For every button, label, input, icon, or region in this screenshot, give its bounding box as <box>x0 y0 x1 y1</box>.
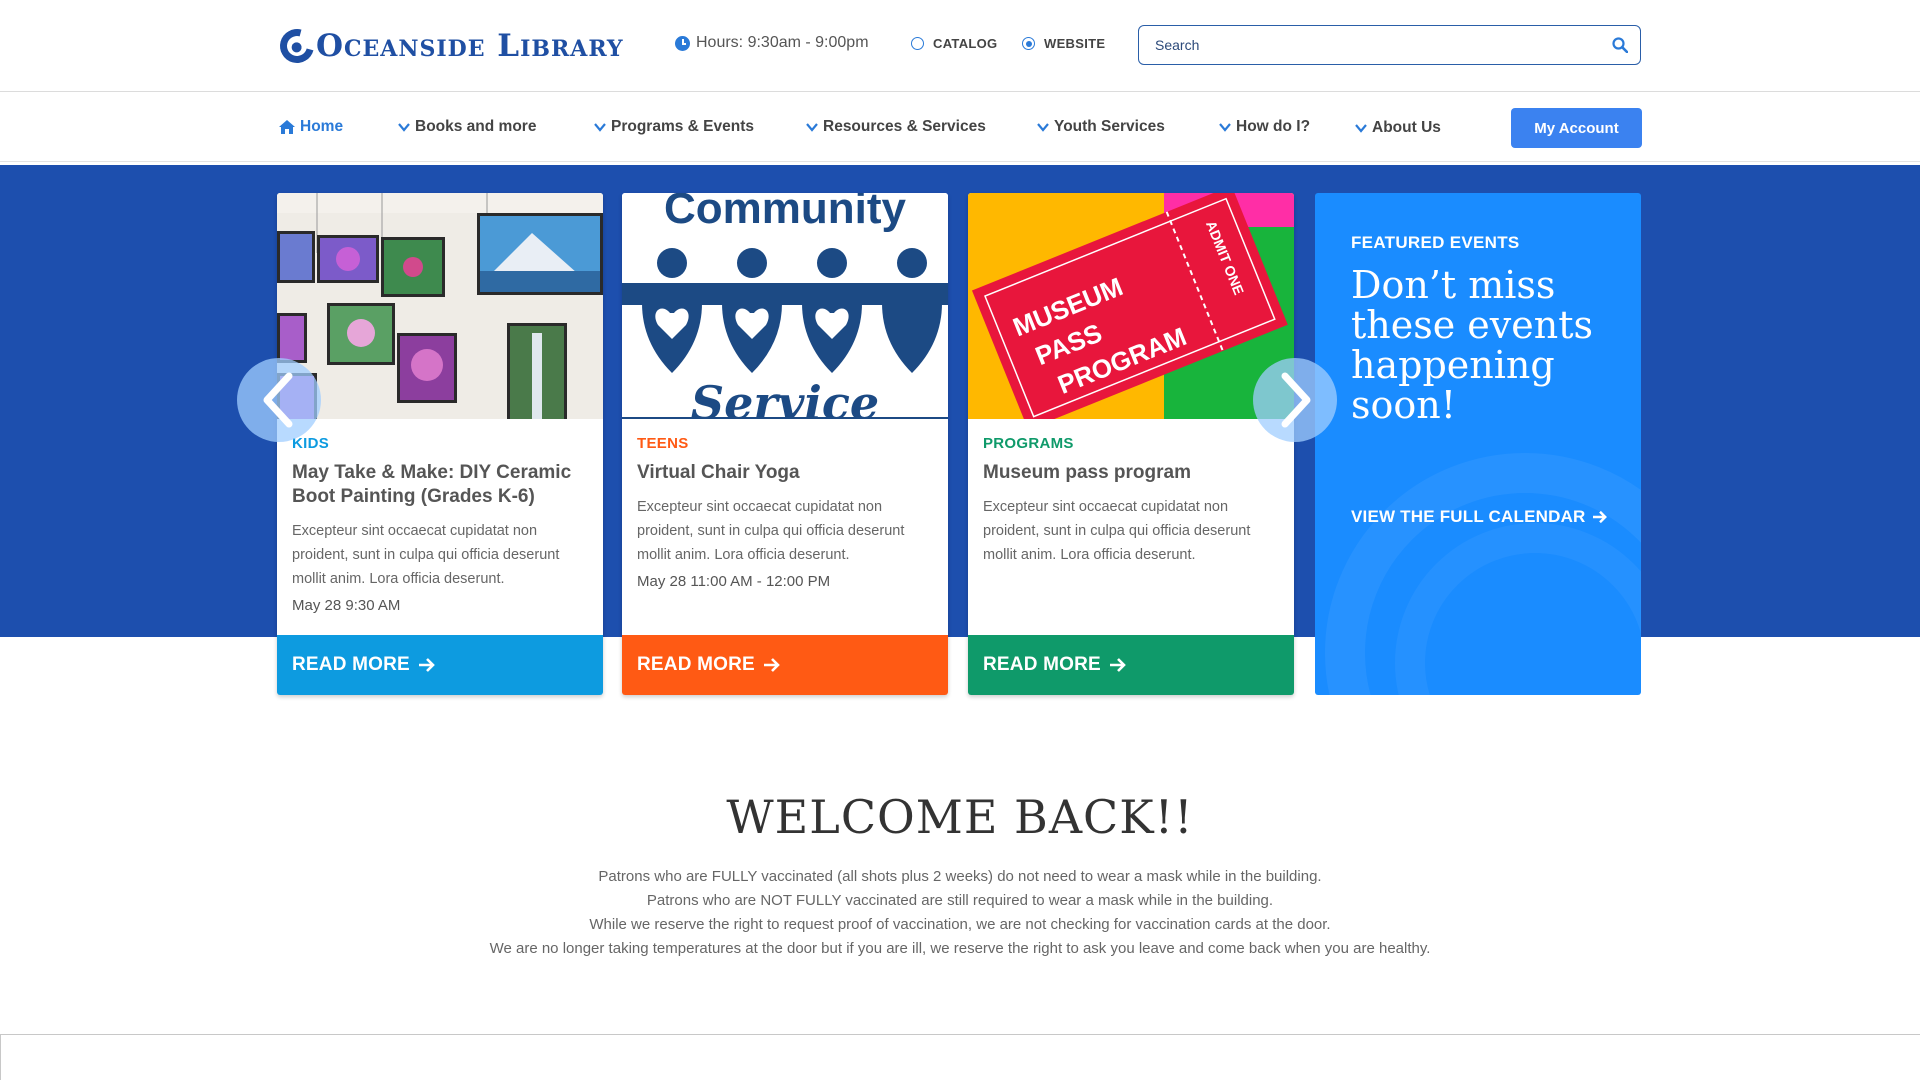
nav-item-programs[interactable]: Programs & Events <box>594 118 754 136</box>
search-input[interactable] <box>1155 37 1595 53</box>
event-image-community-service: Community Service <box>622 193 948 419</box>
nav-item-label: Resources & Services <box>823 118 986 135</box>
image-text-community: Community <box>664 193 907 233</box>
read-more-label: READ MORE <box>292 654 410 675</box>
chevron-right-icon <box>1281 372 1311 428</box>
chevron-down-icon <box>1219 123 1231 132</box>
nav-item-books[interactable]: Books and more <box>398 118 536 136</box>
read-more-label: READ MORE <box>637 654 755 675</box>
nav-item-about[interactable]: About Us <box>1355 119 1441 137</box>
arrow-right-icon <box>418 658 435 672</box>
nav-item-label: How do I? <box>1236 118 1311 135</box>
event-card[interactable]: MUSEUM PASS PROGRAM ADMIT ONE PROGRAMS M… <box>968 193 1294 695</box>
event-image-art-gallery <box>277 193 603 419</box>
welcome-line: We are no longer taking temperatures at … <box>489 940 1431 957</box>
chevron-left-icon <box>263 372 293 428</box>
search-bar <box>1138 25 1641 65</box>
chevron-down-icon <box>594 123 606 132</box>
card-category: TEENS <box>637 435 689 452</box>
read-more-button[interactable]: READ MORE <box>277 635 603 695</box>
website-radio[interactable]: WEBSITE <box>1022 36 1105 51</box>
library-hours: Hours: 9:30am - 9:00pm <box>675 34 869 52</box>
nav-item-label: Home <box>300 118 344 135</box>
read-more-button[interactable]: READ MORE <box>968 635 1294 695</box>
card-body: TEENS Virtual Chair Yoga Excepteur sint … <box>637 435 937 590</box>
chevron-down-icon <box>1037 123 1049 132</box>
nav-item-youth[interactable]: Youth Services <box>1037 118 1165 136</box>
featured-events-panel: FEATURED EVENTS Don’t miss these events … <box>1315 193 1641 695</box>
card-body: KIDS May Take & Make: DIY Ceramic Boot P… <box>292 435 592 614</box>
museum-pass-image: MUSEUM PASS PROGRAM ADMIT ONE <box>968 193 1294 419</box>
radio-checked-icon[interactable] <box>1022 37 1035 50</box>
card-date: May 28 11:00 AM - 12:00 PM <box>637 573 831 590</box>
card-description: Excepteur sint occaecat cupidatat non pr… <box>637 499 905 563</box>
event-card[interactable]: KIDS May Take & Make: DIY Ceramic Boot P… <box>277 193 603 695</box>
site-header: Oceanside Library Hours: 9:30am - 9:00pm… <box>0 0 1920 92</box>
card-date: May 28 9:30 AM <box>292 597 401 614</box>
library-logo[interactable]: Oceanside Library <box>273 22 624 70</box>
card-category: KIDS <box>292 435 330 452</box>
event-image-museum-pass: MUSEUM PASS PROGRAM ADMIT ONE <box>968 193 1294 419</box>
home-icon <box>279 120 295 134</box>
my-account-button[interactable]: My Account <box>1511 108 1642 148</box>
catalog-radio[interactable]: CATALOG <box>911 36 997 51</box>
card-body: PROGRAMS Museum pass program Excepteur s… <box>983 435 1283 573</box>
search-icon[interactable] <box>1612 37 1628 53</box>
nav-item-home[interactable]: Home <box>278 118 343 136</box>
welcome-line: Patrons who are FULLY vaccinated (all sh… <box>598 868 1322 885</box>
featured-headline: Don’t miss these events happening soon! <box>1351 263 1593 427</box>
image-text-service: Service <box>691 376 879 419</box>
card-category: PROGRAMS <box>983 435 1074 452</box>
arrow-right-icon <box>1592 510 1607 524</box>
nav-item-resources[interactable]: Resources & Services <box>806 118 986 136</box>
view-calendar-label: VIEW THE FULL CALENDAR <box>1351 507 1586 526</box>
clock-icon <box>675 35 690 51</box>
carousel-prev-button[interactable] <box>237 358 321 442</box>
featured-kicker: FEATURED EVENTS <box>1351 233 1520 252</box>
next-section-border <box>0 1034 1920 1080</box>
card-title[interactable]: May Take & Make: DIY Ceramic Boot Painti… <box>292 461 592 509</box>
art-gallery-image <box>277 193 603 419</box>
arrow-right-icon <box>1109 658 1126 672</box>
card-description: Excepteur sint occaecat cupidatat non pr… <box>983 499 1251 563</box>
catalog-radio-label: CATALOG <box>933 36 998 51</box>
card-title[interactable]: Virtual Chair Yoga <box>637 461 937 485</box>
welcome-line: Patrons who are NOT FULLY vaccinated are… <box>646 892 1274 909</box>
logo-text: Oceanside Library <box>316 28 624 64</box>
read-more-button[interactable]: READ MORE <box>622 635 948 695</box>
nav-item-label: Programs & Events <box>611 118 754 135</box>
welcome-line: While we reserve the right to request pr… <box>589 916 1331 933</box>
chevron-down-icon <box>398 123 410 132</box>
radio-unchecked-icon[interactable] <box>911 37 924 50</box>
carousel-next-button[interactable] <box>1253 358 1337 442</box>
website-radio-label: WEBSITE <box>1044 36 1106 51</box>
card-description: Excepteur sint occaecat cupidatat non pr… <box>292 523 560 587</box>
nav-item-label: Youth Services <box>1054 118 1165 135</box>
card-title[interactable]: Museum pass program <box>983 461 1283 485</box>
hours-text: Hours: 9:30am - 9:00pm <box>696 34 869 51</box>
arrow-right-icon <box>763 658 780 672</box>
welcome-message: Patrons who are FULLY vaccinated (all sh… <box>0 865 1920 961</box>
nav-item-how-do-i[interactable]: How do I? <box>1219 118 1310 136</box>
wave-logo-icon <box>273 22 321 70</box>
nav-item-label: About Us <box>1372 119 1441 136</box>
view-calendar-link[interactable]: VIEW THE FULL CALENDAR <box>1351 507 1608 527</box>
community-service-image: Community Service <box>622 193 948 419</box>
read-more-label: READ MORE <box>983 654 1101 675</box>
nav-item-label: Books and more <box>415 118 537 135</box>
welcome-heading: WELCOME BACK!! <box>726 790 1194 844</box>
chevron-down-icon <box>806 123 818 132</box>
chevron-down-icon <box>1355 124 1367 133</box>
event-card[interactable]: Community Service TEENS Virtual Chair Yo… <box>622 193 948 695</box>
